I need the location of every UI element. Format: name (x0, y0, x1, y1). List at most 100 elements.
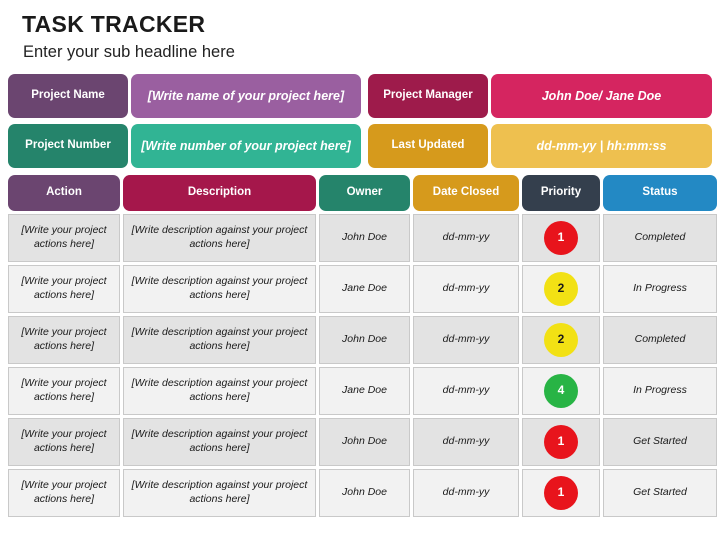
cell-date-closed-text: dd-mm-yy (442, 383, 490, 396)
cell-action-text: [Write your project actions here] (21, 427, 107, 454)
cell-action-text: [Write your project actions here] (21, 274, 107, 301)
cell-date-closed-text: dd-mm-yy (442, 230, 490, 243)
table-row[interactable]: [Write your project actions here] [Write … (8, 264, 717, 313)
cell-description[interactable]: [Write description against your project … (123, 468, 316, 517)
cell-status[interactable]: In Progress (603, 366, 717, 415)
meta-value-project-name[interactable]: [Write name of your project here] (131, 73, 361, 118)
cell-owner[interactable]: Jane Doe (319, 366, 410, 415)
project-meta-row: Project Name [Write name of your project … (8, 73, 712, 118)
column-header-status[interactable]: Status (603, 174, 717, 211)
cell-description[interactable]: [Write description against your project … (123, 315, 316, 364)
column-header-priority[interactable]: Priority (522, 174, 600, 211)
table-row[interactable]: [Write your project actions here] [Write … (8, 417, 717, 466)
cell-status-text: Completed (634, 332, 686, 345)
cell-description[interactable]: [Write description against your project … (123, 264, 316, 313)
priority-badge: 4 (544, 373, 578, 408)
priority-badge: 1 (544, 475, 578, 510)
task-table-body: [Write your project actions here] [Write … (8, 211, 717, 517)
column-header-action[interactable]: Action (8, 174, 120, 211)
cell-date-closed[interactable]: dd-mm-yy (413, 213, 519, 262)
table-row[interactable]: [Write your project actions here] [Write … (8, 213, 717, 262)
cell-status[interactable]: Completed (603, 213, 717, 262)
meta-label-project-manager: Project Manager (367, 73, 488, 118)
cell-description[interactable]: [Write description against your project … (123, 366, 316, 415)
column-header-date-closed[interactable]: Date Closed (413, 174, 519, 211)
cell-owner[interactable]: John Doe (319, 468, 410, 517)
meta-pair-project-number: Project Number [Write number of your proj… (8, 123, 361, 168)
cell-action-text: [Write your project actions here] (21, 223, 107, 250)
cell-owner-text: Jane Doe (342, 281, 387, 294)
cell-status-text: In Progress (633, 281, 687, 294)
cell-action[interactable]: [Write your project actions here] (8, 315, 120, 364)
cell-priority[interactable]: 2 (522, 315, 600, 364)
meta-pair-project-name: Project Name [Write name of your project … (8, 73, 361, 118)
meta-value-project-manager[interactable]: John Doe/ Jane Doe (490, 73, 712, 118)
priority-badge: 1 (544, 220, 578, 255)
meta-label-project-name: Project Name (8, 73, 128, 118)
cell-action-text: [Write your project actions here] (21, 478, 107, 505)
meta-pair-last-updated: Last Updated dd-mm-yy | hh:mm:ss (367, 123, 712, 168)
column-header-owner[interactable]: Owner (319, 174, 410, 211)
cell-date-closed[interactable]: dd-mm-yy (413, 315, 519, 364)
cell-status-text: In Progress (633, 383, 687, 396)
project-meta-row: Project Number [Write number of your proj… (8, 123, 712, 168)
task-table-header-row: Action Description Owner Date Closed Priorit… (8, 174, 717, 211)
cell-owner-text: John Doe (342, 434, 387, 447)
cell-description-text: [Write description against your project … (131, 376, 308, 403)
task-table: Action Description Owner Date Closed Priorit… (8, 174, 717, 517)
meta-value-project-number[interactable]: [Write number of your project here] (131, 123, 361, 168)
cell-priority[interactable]: 2 (522, 264, 600, 313)
cell-description-text: [Write description against your project … (131, 223, 308, 250)
page-subtitle: Enter your sub headline here (23, 42, 235, 61)
cell-date-closed-text: dd-mm-yy (442, 281, 490, 294)
cell-owner[interactable]: John Doe (319, 315, 410, 364)
cell-date-closed[interactable]: dd-mm-yy (413, 468, 519, 517)
cell-owner-text: Jane Doe (342, 383, 387, 396)
cell-description-text: [Write description against your project … (131, 427, 308, 454)
cell-status[interactable]: Get Started (603, 417, 717, 466)
cell-priority[interactable]: 1 (522, 213, 600, 262)
title-area: TASK TRACKER Enter your sub headline her… (8, 0, 712, 65)
cell-date-closed-text: dd-mm-yy (442, 332, 490, 345)
priority-badge: 2 (544, 271, 578, 306)
cell-owner[interactable]: John Doe (319, 417, 410, 466)
table-row[interactable]: [Write your project actions here] [Write … (8, 315, 717, 364)
page-title: TASK TRACKER (22, 11, 206, 37)
cell-action[interactable]: [Write your project actions here] (8, 417, 120, 466)
meta-label-project-number: Project Number (8, 123, 128, 168)
cell-date-closed[interactable]: dd-mm-yy (413, 264, 519, 313)
cell-date-closed[interactable]: dd-mm-yy (413, 366, 519, 415)
table-row[interactable]: [Write your project actions here] [Write … (8, 468, 717, 517)
project-meta-grid: Project Name [Write name of your project … (8, 73, 712, 168)
cell-priority[interactable]: 1 (522, 417, 600, 466)
cell-action[interactable]: [Write your project actions here] (8, 264, 120, 313)
cell-status-text: Get Started (633, 434, 687, 447)
meta-label-last-updated: Last Updated (367, 123, 488, 168)
cell-owner[interactable]: Jane Doe (319, 264, 410, 313)
cell-status[interactable]: Get Started (603, 468, 717, 517)
cell-description-text: [Write description against your project … (131, 478, 308, 505)
cell-owner-text: John Doe (342, 332, 387, 345)
cell-owner-text: John Doe (342, 485, 387, 498)
cell-status-text: Completed (634, 230, 686, 243)
cell-description[interactable]: [Write description against your project … (123, 213, 316, 262)
cell-action-text: [Write your project actions here] (21, 376, 107, 403)
cell-priority[interactable]: 1 (522, 468, 600, 517)
priority-badge: 1 (544, 424, 578, 459)
meta-value-last-updated[interactable]: dd-mm-yy | hh:mm:ss (490, 123, 712, 168)
cell-date-closed[interactable]: dd-mm-yy (413, 417, 519, 466)
cell-action[interactable]: [Write your project actions here] (8, 366, 120, 415)
priority-badge: 2 (544, 322, 578, 357)
cell-action[interactable]: [Write your project actions here] (8, 468, 120, 517)
cell-owner-text: John Doe (342, 230, 387, 243)
cell-owner[interactable]: John Doe (319, 213, 410, 262)
cell-description-text: [Write description against your project … (131, 274, 308, 301)
cell-date-closed-text: dd-mm-yy (442, 434, 490, 447)
cell-description[interactable]: [Write description against your project … (123, 417, 316, 466)
cell-priority[interactable]: 4 (522, 366, 600, 415)
cell-action[interactable]: [Write your project actions here] (8, 213, 120, 262)
table-row[interactable]: [Write your project actions here] [Write … (8, 366, 717, 415)
cell-status[interactable]: In Progress (603, 264, 717, 313)
column-header-description[interactable]: Description (123, 174, 316, 211)
cell-status[interactable]: Completed (603, 315, 717, 364)
